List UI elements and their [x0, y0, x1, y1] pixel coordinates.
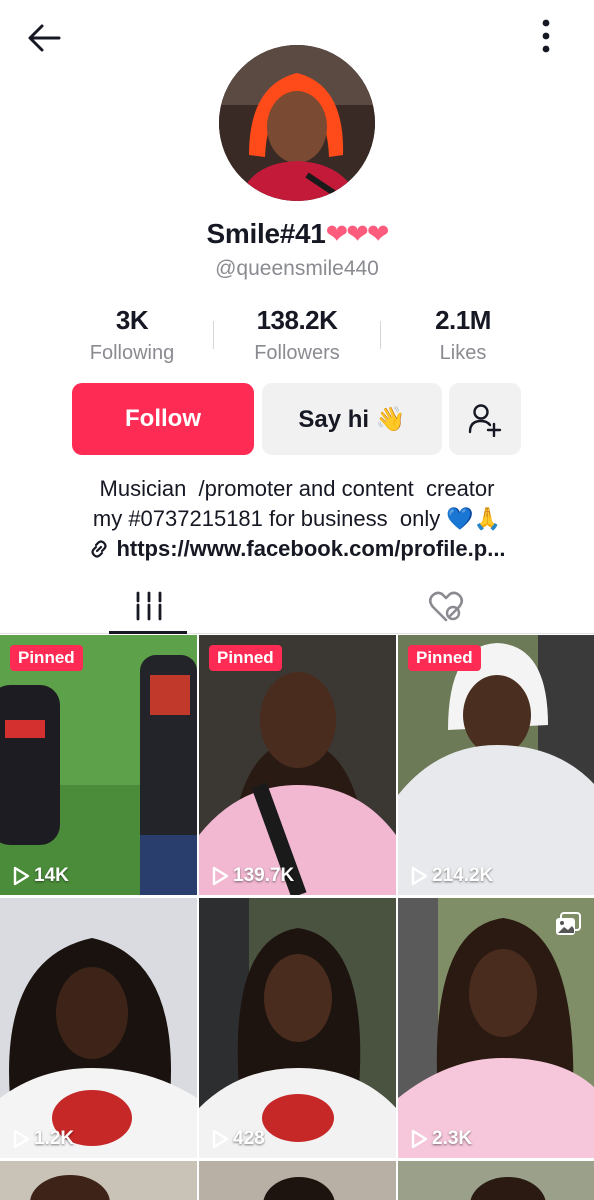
video-tile[interactable]: 428 [199, 898, 396, 1158]
stat-label: Likes [439, 342, 487, 364]
stat-following[interactable]: 3K Following [47, 305, 217, 365]
bio-link-text: https://www.facebook.com/profile.p... [116, 536, 506, 561]
view-count-text: 214.2K [432, 865, 494, 886]
video-tile[interactable]: Pinned 214.2K [398, 635, 594, 895]
view-count-text: 14K [34, 865, 69, 886]
video-tile[interactable] [199, 1161, 396, 1200]
view-count: 14K [12, 865, 69, 887]
hearts-emoji: ❤❤❤ [325, 219, 390, 249]
follow-button[interactable]: Follow [72, 383, 254, 455]
grid-lines-icon [136, 591, 161, 621]
video-tile[interactable]: Pinned 139.7K [199, 635, 396, 895]
avatar[interactable] [219, 45, 375, 201]
photo-icon [556, 912, 581, 935]
more-options-button[interactable] [524, 14, 568, 58]
add-user-icon [468, 404, 502, 437]
play-outline-icon [212, 1129, 229, 1149]
bio-line: my #0737215181 for business only 💙🙏 [92, 506, 502, 531]
tab-liked[interactable] [297, 578, 594, 634]
pinned-badge: Pinned [408, 645, 481, 671]
pinned-badge: Pinned [10, 645, 83, 671]
stat-followers[interactable]: 138.2K Followers [212, 305, 382, 365]
profile-tabs [0, 578, 594, 634]
video-tile[interactable]: 2.3K [398, 898, 594, 1158]
view-count-text: 428 [233, 1128, 265, 1149]
play-outline-icon [411, 866, 428, 886]
tab-videos[interactable] [0, 578, 297, 634]
username: @queensmile440 [215, 257, 379, 280]
stat-value: 138.2K [256, 305, 338, 335]
bio-link[interactable]: https://www.facebook.com/profile.p... [0, 534, 594, 564]
display-name: Smile#41❤❤❤ [0, 218, 594, 250]
stat-value: 2.1M [435, 305, 491, 335]
arrow-left-icon [28, 24, 61, 52]
heart-hidden-icon [428, 591, 463, 622]
view-count-text: 2.3K [432, 1128, 473, 1149]
view-count: 214.2K [410, 865, 493, 887]
video-grid: Pinned 14K Pinned 139.7K Pinned 214.2K 1… [0, 635, 594, 1200]
view-count: 1.2K [12, 1128, 74, 1150]
stat-likes[interactable]: 2.1M Likes [378, 305, 548, 365]
play-outline-icon [13, 1129, 30, 1149]
display-name-text: Smile#41 [206, 218, 326, 249]
view-count-text: 139.7K [233, 865, 295, 886]
link-icon [91, 540, 108, 558]
add-friend-button[interactable] [449, 383, 521, 455]
active-tab-indicator [109, 631, 187, 634]
view-count: 428 [211, 1128, 265, 1150]
bio: Musician /promoter and content creator my… [0, 474, 594, 534]
view-count-text: 1.2K [34, 1128, 75, 1149]
play-outline-icon [13, 866, 30, 886]
view-count: 139.7K [211, 865, 294, 887]
play-outline-icon [212, 866, 229, 886]
view-count: 2.3K [410, 1128, 472, 1150]
say-hi-button[interactable]: Say hi 👋 [262, 383, 442, 455]
bio-line: Musician /promoter and content creator [99, 476, 495, 501]
stat-value: 3K [115, 305, 149, 335]
back-button[interactable] [22, 16, 66, 60]
play-outline-icon [411, 1129, 428, 1149]
stats-row: 3K Following 138.2K Followers 2.1M Likes [0, 305, 594, 365]
more-vertical-icon [542, 19, 550, 53]
video-tile[interactable] [398, 1161, 594, 1200]
stat-label: Following [89, 342, 175, 364]
pinned-badge: Pinned [209, 645, 282, 671]
video-tile[interactable]: 1.2K [0, 898, 197, 1158]
photo-badge [555, 912, 581, 941]
stat-label: Followers [254, 342, 340, 364]
video-tile[interactable] [0, 1161, 197, 1200]
video-tile[interactable]: Pinned 14K [0, 635, 197, 895]
